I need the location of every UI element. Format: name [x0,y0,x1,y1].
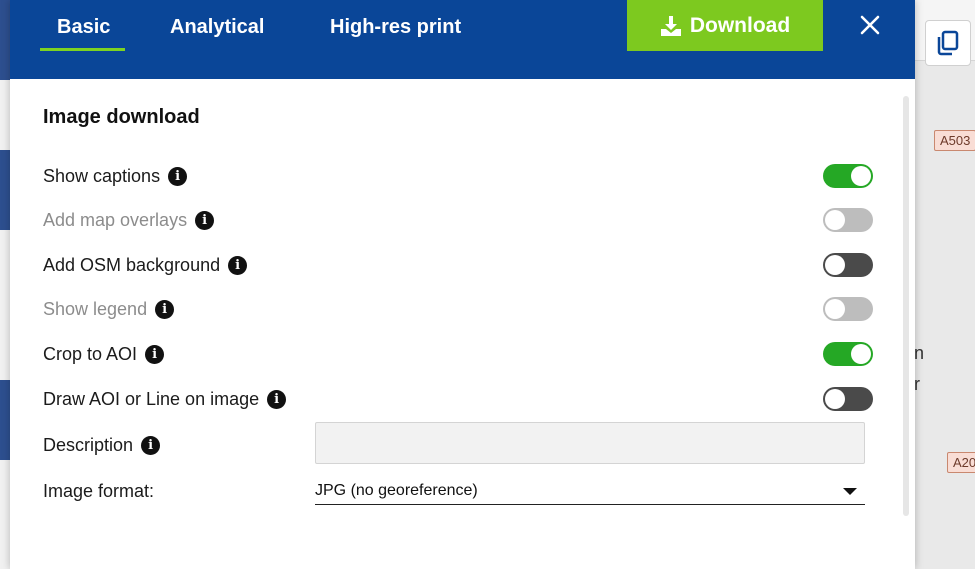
active-tab-indicator [40,48,125,51]
tab-analytical[interactable]: Analytical [170,0,264,52]
option-text: Add OSM background [43,254,221,275]
toggle-knob [825,299,845,319]
option-row: Add map overlays i [43,205,873,235]
description-text: Description [43,434,134,455]
background-panel-strip [0,460,10,569]
close-button[interactable] [855,10,885,40]
info-icon[interactable]: i [155,299,175,319]
toggle-show-legend[interactable] [823,297,873,321]
option-text: Crop to AOI [43,343,138,364]
image-format-label: Image format: [43,480,155,501]
description-input[interactable] [315,422,865,464]
download-icon [660,15,681,36]
image-format-value: JPG (no georeference) [315,482,478,499]
option-label: Draw AOI or Line on image i [43,388,287,410]
info-icon[interactable]: i [145,344,165,364]
download-button[interactable]: Download [627,0,823,51]
copy-button[interactable] [925,20,971,66]
toggle-show-captions[interactable] [823,164,873,188]
option-row: Add OSM background i [43,250,873,280]
scrollbar[interactable] [903,96,909,516]
tab-high-res-print[interactable]: High-res print [330,0,461,52]
section-title: Image download [43,106,200,128]
option-label: Crop to AOI i [43,343,165,365]
download-dialog: Basic Analytical High-res print Download… [10,0,915,569]
description-label: Description i [43,434,161,456]
info-icon[interactable]: i [195,210,215,230]
toggle-knob [825,255,845,275]
dialog-header: Basic Analytical High-res print Download [10,0,915,79]
toggle-add-map-overlays[interactable] [823,208,873,232]
option-row: Crop to AOI i [43,339,873,369]
option-label: Add OSM background i [43,254,248,276]
image-format-select[interactable]: JPG (no georeference) [315,478,865,505]
option-text: Show legend [43,298,148,319]
chevron-down-icon [843,487,857,495]
option-text: Add map overlays [43,209,188,230]
option-row: Show captions i [43,161,873,191]
option-row: Show legend i [43,294,873,324]
copy-icon [937,30,959,56]
option-label: Add map overlays i [43,209,215,231]
background-left-panel [0,0,10,569]
option-text: Draw AOI or Line on image [43,388,260,409]
background-panel-strip [0,230,10,380]
toggle-knob [851,344,871,364]
toggle-draw-aoi-or-line[interactable] [823,387,873,411]
info-icon[interactable]: i [267,389,287,409]
description-row: Description i [43,430,303,460]
road-label-chip: A20 [947,452,975,473]
info-icon[interactable]: i [168,166,188,186]
toggle-knob [851,166,871,186]
download-label: Download [689,13,791,37]
toggle-knob [825,389,845,409]
option-label: Show legend i [43,298,175,320]
close-icon [860,15,880,35]
info-icon[interactable]: i [228,255,248,275]
toggle-knob [825,210,845,230]
road-label-chip: A503 [934,130,975,151]
tab-basic[interactable]: Basic [57,0,110,52]
background-panel-strip [0,80,10,150]
toggle-add-osm-background[interactable] [823,253,873,277]
image-format-row: Image format: [43,476,303,506]
background-text: n [914,343,925,363]
option-label: Show captions i [43,165,188,187]
option-row: Draw AOI or Line on image i [43,384,873,414]
info-icon[interactable]: i [141,435,161,455]
option-text: Show captions [43,165,161,186]
toggle-crop-to-aoi[interactable] [823,342,873,366]
